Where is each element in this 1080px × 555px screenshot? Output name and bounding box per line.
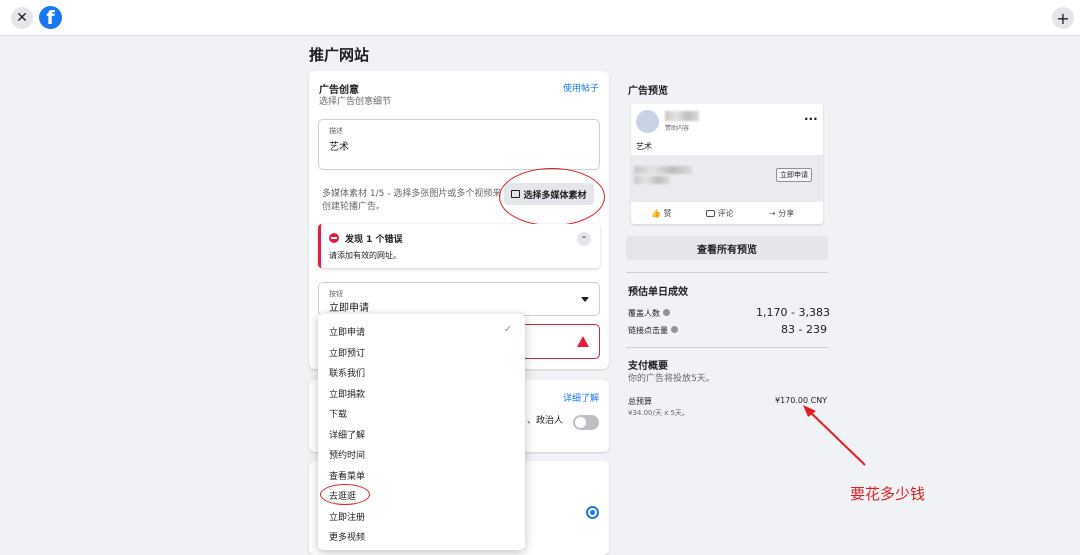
cta-dropdown-menu: 立即申请 ✓ 立即预订 联系我们 立即捐款 下载 详细了解 预约时间 查看菜单 去逛逛 立即注册 更多… bbox=[318, 314, 525, 550]
collapse-icon[interactable]: ⌃ bbox=[577, 232, 591, 246]
comment-action[interactable]: 评论 bbox=[706, 208, 734, 219]
creative-subtitle: 选择广告创意细节 bbox=[319, 97, 392, 107]
share-action[interactable]: ⇢ 分享 bbox=[769, 208, 794, 219]
special-category-toggle[interactable] bbox=[573, 415, 599, 430]
facebook-logo-icon: f bbox=[39, 6, 62, 29]
error-body: 请添加有效的网址。 bbox=[329, 251, 401, 260]
comment-label: 评论 bbox=[717, 209, 734, 218]
caret-down-icon bbox=[581, 297, 589, 302]
error-icon bbox=[329, 233, 339, 243]
error-banner: 发现 1 个错误 请添加有效的网址。 ⌃ bbox=[318, 224, 600, 268]
dropdown-option[interactable]: 详细了解 bbox=[329, 428, 365, 441]
budget-label: 总预算 bbox=[628, 397, 652, 406]
budget-detail: ¥34.00/天 x 5天。 bbox=[628, 409, 689, 417]
top-bar: ✕ f + bbox=[0, 0, 1080, 36]
ad-preview-title: 广告预览 bbox=[628, 86, 668, 97]
politician-text: 、政治人 bbox=[527, 416, 564, 426]
annotation-circle-media bbox=[499, 168, 605, 226]
annotation-circle-option bbox=[320, 484, 370, 505]
dropdown-option[interactable]: 联系我们 bbox=[329, 366, 365, 379]
post-text: 艺术 bbox=[636, 142, 652, 151]
cta-button-select[interactable]: 按钮 立即申请 bbox=[318, 282, 600, 316]
dropdown-option[interactable]: 立即申请 bbox=[329, 325, 365, 338]
payment-title: 支付概要 bbox=[628, 361, 668, 372]
error-title: 发现 1 个错误 bbox=[345, 235, 403, 245]
page-name-blurred bbox=[665, 111, 699, 121]
media-count-text: 多媒体素材 1/5 - 选择多张图片或多个视频来 bbox=[322, 189, 502, 199]
dropdown-option[interactable]: 立即捐款 bbox=[329, 387, 365, 400]
more-options-icon[interactable]: ··· bbox=[804, 112, 818, 126]
description-field[interactable]: 描述 艺术 bbox=[318, 119, 600, 170]
reach-value: 1,170 - 3,383 bbox=[756, 306, 830, 319]
checkmark-icon: ✓ bbox=[504, 324, 513, 335]
page-title: 推广网站 bbox=[309, 46, 370, 64]
info-icon[interactable] bbox=[662, 309, 670, 316]
link-title-blurred bbox=[634, 166, 692, 174]
share-label: 分享 bbox=[778, 209, 795, 218]
cta-label: 按钮 bbox=[329, 290, 343, 298]
clicks-value: 83 - 239 bbox=[781, 323, 827, 336]
info-icon[interactable] bbox=[670, 326, 678, 333]
add-icon[interactable]: + bbox=[1052, 7, 1074, 29]
radio-selected-icon[interactable] bbox=[586, 506, 599, 519]
like-label: 赞 bbox=[663, 209, 672, 218]
dropdown-option[interactable]: 预约时间 bbox=[329, 448, 365, 461]
description-value: 艺术 bbox=[329, 142, 349, 153]
dropdown-option[interactable]: 下载 bbox=[329, 407, 347, 420]
annotation-text: 要花多少钱 bbox=[850, 485, 926, 503]
apply-now-button[interactable]: 立即申请 bbox=[776, 168, 812, 182]
page-avatar bbox=[636, 110, 659, 133]
view-all-previews-button[interactable]: 查看所有预览 bbox=[626, 236, 828, 260]
media-carousel-text: 创建轮播广告。 bbox=[322, 202, 386, 212]
cta-value: 立即申请 bbox=[329, 303, 369, 314]
divider-2 bbox=[626, 347, 828, 348]
link-preview: 立即申请 bbox=[631, 155, 823, 202]
dropdown-option[interactable]: 查看菜单 bbox=[329, 469, 365, 482]
dropdown-option[interactable]: 更多视频 bbox=[329, 530, 365, 543]
payment-subtitle: 你的广告将投放5天。 bbox=[628, 374, 715, 384]
estimate-title: 预估单日成效 bbox=[628, 287, 688, 298]
close-icon[interactable]: ✕ bbox=[11, 7, 33, 29]
description-label: 描述 bbox=[329, 127, 343, 135]
budget-value: ¥170.00 CNY bbox=[775, 396, 828, 405]
link-desc-blurred bbox=[634, 176, 670, 184]
warning-icon bbox=[577, 336, 589, 347]
learn-more-link[interactable]: 详细了解 bbox=[563, 391, 599, 404]
reach-label: 覆盖人数 bbox=[628, 308, 670, 319]
comment-icon bbox=[706, 210, 715, 217]
divider-1 bbox=[626, 272, 828, 273]
dropdown-option[interactable]: 立即预订 bbox=[329, 346, 365, 359]
ad-preview-card: 赞助内容 ··· 艺术 立即申请 👍 赞 评论 ⇢ 分享 bbox=[631, 104, 823, 224]
use-post-link[interactable]: 使用帖子 bbox=[563, 81, 599, 94]
like-action[interactable]: 👍 赞 bbox=[651, 208, 672, 219]
sponsored-label: 赞助内容 bbox=[665, 125, 690, 132]
dropdown-option[interactable]: 立即注册 bbox=[329, 510, 365, 523]
annotation-arrow bbox=[803, 405, 866, 466]
clicks-label: 链接点击量 bbox=[628, 325, 678, 336]
